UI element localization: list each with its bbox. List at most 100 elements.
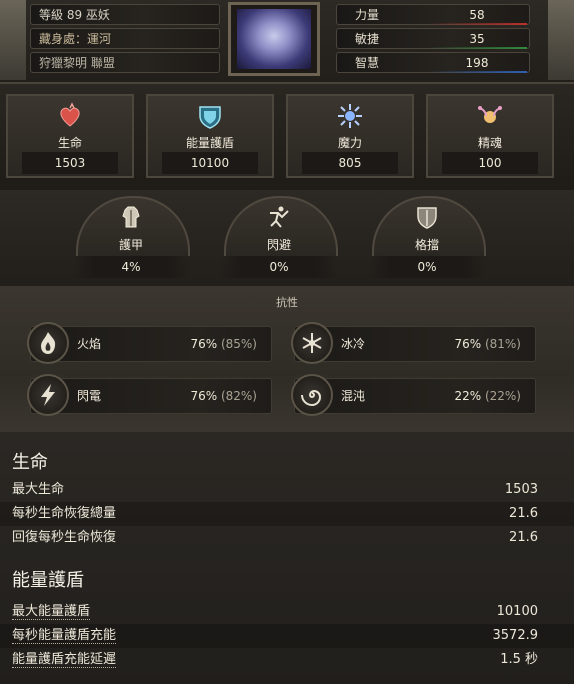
resistance-value: 76% (82%) [190, 379, 257, 413]
stat-block[interactable]: 格擋 0% [358, 196, 496, 282]
detail-label-text: 每秒能量護盾充能 [12, 628, 117, 644]
detail-label: 最大生命 [12, 482, 65, 497]
league-text: 狩獵黎明 聯盟 [39, 56, 115, 70]
resistance-fire[interactable]: 火焰 76% (85%) [27, 322, 272, 364]
dexterity-bar [427, 47, 527, 49]
core-stats-panel: 生命 1503 能量護盾 10100 魔力 805 精魂 100 [0, 84, 574, 190]
character-portrait[interactable] [228, 2, 320, 76]
stat-label: 閃避 [266, 238, 291, 252]
statue-decoration [548, 0, 574, 80]
detail-label-text: 最大能量護盾 [12, 604, 91, 620]
detail-label: 回復每秒生命恢復 [12, 530, 117, 545]
stat-value: 805 [302, 152, 398, 174]
detail-value: 3572.9 [492, 628, 539, 643]
avatar [237, 9, 311, 69]
resistance-value: 76% (81%) [454, 327, 521, 361]
stat-evasion[interactable]: 閃避 0% [210, 196, 348, 282]
stat-life[interactable]: 生命 1503 [6, 94, 134, 178]
stat-label: 格擋 [414, 238, 439, 252]
detail-value: 1503 [504, 482, 538, 497]
resistance-cold[interactable]: 冰冷 76% (81%) [291, 322, 536, 364]
stat-value: 4% [72, 256, 190, 278]
hideout-text: 藏身處：運河 [39, 32, 112, 46]
lightning-icon [27, 374, 69, 416]
stat-value: 1503 [22, 152, 118, 174]
statue-decoration [0, 0, 26, 80]
detail-label: 能量護盾充能延遲 [12, 648, 117, 672]
stat-value: 10100 [162, 152, 258, 174]
stat-value: 100 [442, 152, 538, 174]
detail-value: 21.6 [509, 530, 538, 545]
section-title-life: 生命 [12, 452, 48, 473]
stat-mana[interactable]: 魔力 805 [286, 94, 414, 178]
character-header: 等級 89 巫妖 藏身處：運河 狩獵黎明 聯盟 力量 58 敏捷 35 智慧 1… [0, 0, 574, 84]
stat-armour[interactable]: 護甲 4% [62, 196, 200, 282]
resistance-value: 76% (85%) [190, 327, 257, 361]
stat-energy-shield[interactable]: 能量護盾 10100 [146, 94, 274, 178]
stat-label: 魔力 [337, 136, 362, 150]
stat-value: 0% [220, 256, 338, 278]
resistance-max: (85%) [220, 337, 257, 351]
detail-stats-panel: 生命 最大生命 1503 每秒生命恢復總量 21.6 回復每秒生命恢復 21.6… [0, 432, 574, 684]
resistance-value: 22% (22%) [454, 379, 521, 413]
resistance-label: 冰冷 [341, 337, 366, 351]
detail-row[interactable]: 回復每秒生命恢復 21.6 [0, 526, 574, 550]
resistance-current: 76% [454, 337, 482, 351]
character-level-class: 等級 89 巫妖 [30, 4, 220, 25]
energy-shield-icon [199, 106, 221, 129]
chaos-icon [291, 374, 333, 416]
shield-icon [417, 207, 437, 229]
resistance-label: 火焰 [77, 337, 102, 351]
resistance-lightning[interactable]: 閃電 76% (82%) [27, 374, 272, 416]
mana-icon [338, 104, 362, 128]
detail-row[interactable]: 最大生命 1503 [0, 478, 574, 502]
resistances-title: 抗性 [276, 296, 298, 309]
evasion-icon [270, 206, 289, 228]
attribute-intelligence[interactable]: 智慧 198 [336, 52, 530, 73]
spirit-icon [478, 106, 502, 123]
resistances-panel: 抗性 火焰 76% (85%) 冰冷 76% (81%) 閃電 76% (82%… [0, 286, 574, 432]
armour-icon [122, 206, 140, 228]
hideout-name: 藏身處：運河 [30, 28, 220, 49]
detail-value: 1.5 秒 [500, 652, 538, 667]
detail-label: 每秒生命恢復總量 [12, 506, 117, 521]
detail-row[interactable]: 每秒生命恢復總量 21.6 [0, 502, 574, 526]
resistance-max: (22%) [484, 389, 521, 403]
heart-icon [60, 102, 80, 127]
stat-label: 護甲 [118, 238, 143, 252]
stat-spirit[interactable]: 精魂 100 [426, 94, 554, 178]
resistance-current: 76% [190, 389, 218, 403]
resistance-max: (81%) [484, 337, 521, 351]
detail-row[interactable]: 最大能量護盾 10100 [0, 600, 574, 624]
attribute-dexterity[interactable]: 敏捷 35 [336, 28, 530, 49]
section-title-energy-shield: 能量護盾 [12, 570, 84, 591]
fire-icon [27, 322, 69, 364]
cold-icon [291, 322, 333, 364]
strength-bar [427, 23, 527, 25]
resistance-chaos[interactable]: 混沌 22% (22%) [291, 374, 536, 416]
stat-label: 能量護盾 [185, 136, 234, 150]
attribute-label: 智慧 [355, 56, 380, 70]
resistance-label: 混沌 [341, 389, 366, 403]
resistance-current: 22% [454, 389, 482, 403]
detail-value: 10100 [496, 604, 538, 619]
stat-label: 精魂 [477, 136, 502, 150]
attribute-label: 敏捷 [355, 32, 380, 46]
attribute-label: 力量 [355, 8, 380, 22]
defense-panel: 護甲 4% 閃避 0% 格擋 0% [0, 190, 574, 286]
resistance-label: 閃電 [77, 389, 102, 403]
stat-value: 0% [368, 256, 486, 278]
intelligence-bar [427, 71, 527, 73]
detail-label: 每秒能量護盾充能 [12, 624, 117, 648]
detail-value: 21.6 [509, 506, 538, 521]
detail-row[interactable]: 每秒能量護盾充能 3572.9 [0, 624, 574, 648]
level-class-text: 等級 89 巫妖 [39, 8, 110, 22]
detail-row[interactable]: 能量護盾充能延遲 1.5 秒 [0, 648, 574, 672]
detail-label: 最大能量護盾 [12, 600, 91, 624]
resistance-current: 76% [190, 337, 218, 351]
detail-label-text: 能量護盾充能延遲 [12, 652, 117, 668]
resistance-max: (82%) [220, 389, 257, 403]
stat-label: 生命 [57, 136, 82, 150]
attribute-strength[interactable]: 力量 58 [336, 4, 530, 25]
league-name: 狩獵黎明 聯盟 [30, 52, 220, 73]
